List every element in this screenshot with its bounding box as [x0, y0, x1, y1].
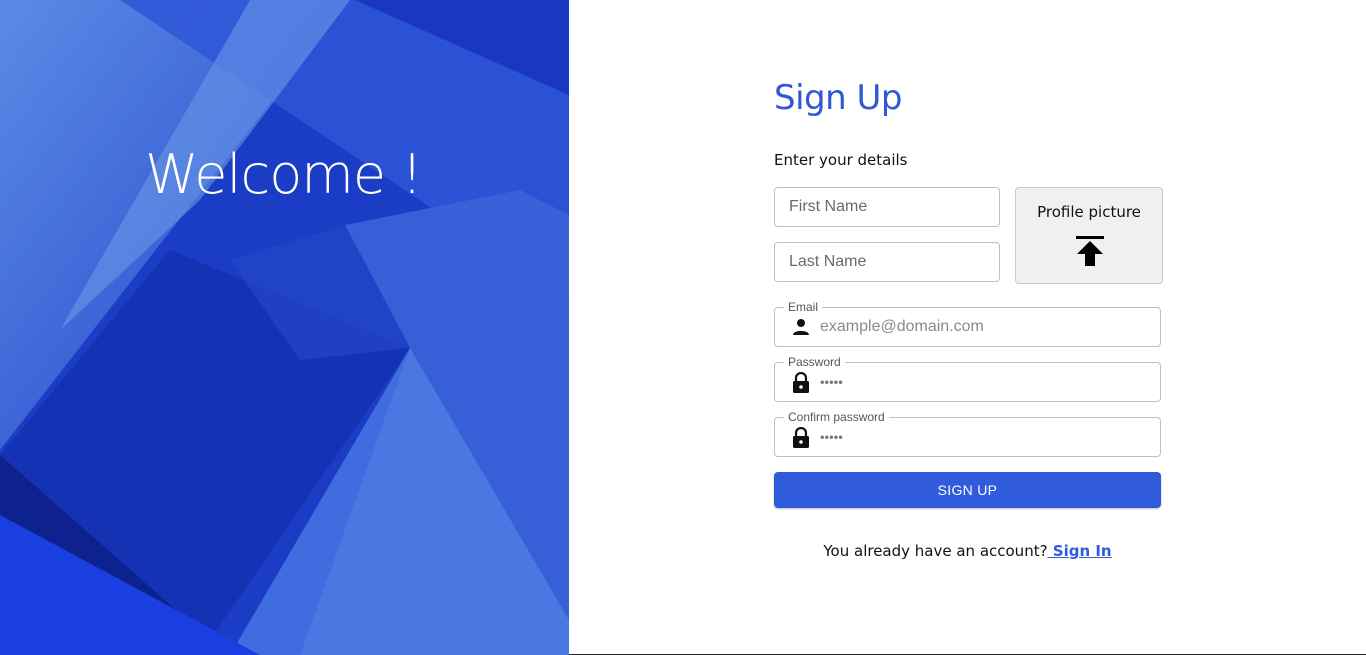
- email-field[interactable]: Email example@domain.com: [774, 299, 1161, 347]
- password-field[interactable]: Password •••••: [774, 354, 1161, 402]
- upload-icon: [1075, 235, 1105, 271]
- welcome-heading: Welcome !: [145, 143, 423, 206]
- form-subtitle: Enter your details: [774, 151, 908, 169]
- email-label: Email: [784, 299, 823, 315]
- lock-icon: [791, 371, 811, 393]
- page-title: Sign Up: [774, 78, 902, 118]
- confirm-password-field[interactable]: Confirm password •••••: [774, 409, 1161, 457]
- sign-up-button[interactable]: SIGN UP: [774, 472, 1161, 508]
- hero-background-art: [0, 0, 569, 655]
- signin-prompt: You already have an account? Sign In: [774, 542, 1161, 560]
- signup-page: Welcome ! Sign Up Enter your details Fir…: [0, 0, 1366, 655]
- password-label: Password: [784, 354, 845, 370]
- signin-prompt-text: You already have an account?: [823, 542, 1048, 560]
- first-name-placeholder: First Name: [789, 198, 868, 215]
- hero-panel: Welcome !: [0, 0, 569, 655]
- email-placeholder: example@domain.com: [820, 318, 984, 335]
- confirm-password-label: Confirm password: [784, 409, 889, 425]
- last-name-placeholder: Last Name: [789, 253, 867, 270]
- lock-icon: [791, 426, 811, 448]
- password-value: •••••: [820, 374, 843, 390]
- sign-in-link[interactable]: Sign In: [1048, 542, 1112, 560]
- profile-picture-upload[interactable]: Profile picture: [1015, 187, 1163, 284]
- last-name-field[interactable]: Last Name: [774, 242, 1000, 282]
- first-name-field[interactable]: First Name: [774, 187, 1000, 227]
- profile-picture-label: Profile picture: [1037, 203, 1141, 221]
- confirm-password-value: •••••: [820, 429, 843, 445]
- person-icon: [791, 317, 811, 337]
